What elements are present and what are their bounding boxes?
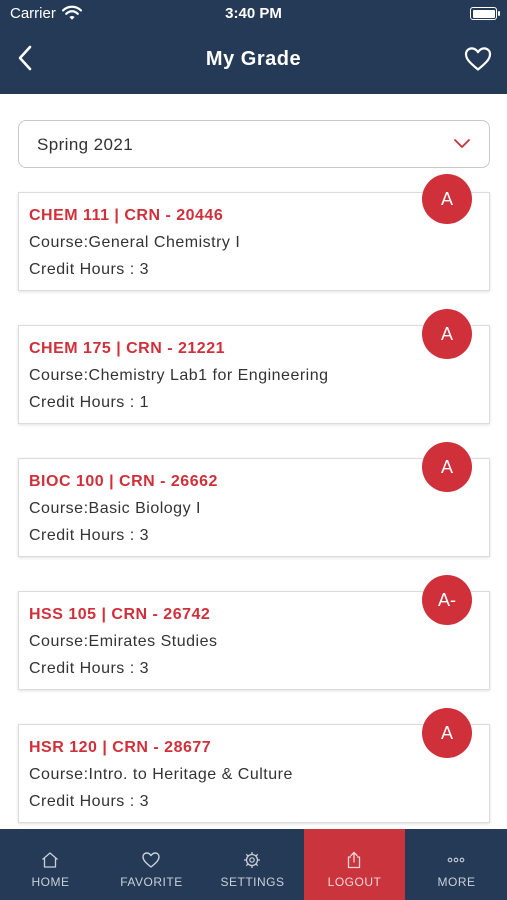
tab-more[interactable]: MORE (406, 829, 507, 900)
tab-settings-label: SETTINGS (220, 875, 285, 889)
course-name: Course:General Chemistry I (29, 234, 241, 251)
gear-icon (244, 852, 260, 868)
course-code: HSR 120 | CRN - 28677 (29, 739, 212, 756)
tab-home[interactable]: HOME (0, 829, 101, 900)
clock: 3:40 PM (225, 5, 282, 22)
course-name: Course:Chemistry Lab1 for Engineering (29, 367, 329, 384)
course-code: BIOC 100 | CRN - 26662 (29, 473, 218, 490)
credit-hours: Credit Hours : 3 (29, 793, 150, 810)
course-card[interactable]: CHEM 111 | CRN - 20446 Course:General Ch… (18, 192, 490, 291)
course-name: Course:Basic Biology I (29, 500, 201, 517)
tab-home-label: HOME (31, 875, 70, 889)
credit-hours: Credit Hours : 3 (29, 660, 150, 677)
tab-more-label: MORE (437, 875, 476, 889)
tab-favorite[interactable]: FAVORITE (101, 829, 202, 900)
course-code: CHEM 111 | CRN - 20446 (29, 207, 224, 224)
grade-badge: A- (422, 575, 472, 625)
tab-logout[interactable]: LOGOUT (304, 829, 405, 900)
top-bar: Carrier 3:40 PM My Grade (0, 0, 507, 94)
share-icon (347, 851, 361, 869)
status-bar: Carrier 3:40 PM (0, 0, 507, 30)
tab-logout-label: LOGOUT (327, 875, 382, 889)
course-card[interactable]: BIOC 100 | CRN - 26662 Course:Basic Biol… (18, 458, 490, 557)
term-select[interactable]: Spring 2021 (18, 120, 490, 168)
course-code: HSS 105 | CRN - 26742 (29, 606, 211, 623)
credit-hours: Credit Hours : 3 (29, 527, 150, 544)
credit-hours: Credit Hours : 3 (29, 261, 150, 278)
credit-hours: Credit Hours : 1 (29, 394, 150, 411)
page-title: My Grade (205, 48, 302, 70)
course-name: Course:Intro. to Heritage & Culture (29, 766, 293, 783)
grade-badge: A (422, 442, 472, 492)
tab-settings[interactable]: SETTINGS (202, 829, 303, 900)
course-code: CHEM 175 | CRN - 21221 (29, 340, 225, 357)
course-name: Course:Emirates Studies (29, 633, 218, 650)
term-select-value: Spring 2021 (37, 135, 134, 154)
course-card[interactable]: HSR 120 | CRN - 28677 Course:Intro. to H… (18, 724, 490, 823)
course-card[interactable]: HSS 105 | CRN - 26742 Course:Emirates St… (18, 591, 490, 690)
grade-badge: A (422, 708, 472, 758)
course-card[interactable]: CHEM 175 | CRN - 21221 Course:Chemistry … (18, 325, 490, 424)
home-icon (42, 852, 58, 868)
chevron-down-icon (454, 139, 470, 148)
tab-favorite-label: FAVORITE (120, 875, 183, 889)
battery-icon (470, 7, 500, 20)
more-dots-icon (447, 857, 465, 863)
heart-icon (142, 852, 160, 868)
grade-badge: A (422, 174, 472, 224)
grade-badge: A (422, 309, 472, 359)
tab-bar: HOME FAVORITE SETTINGS LOGOUT MORE (0, 829, 507, 900)
heart-icon[interactable] (464, 46, 492, 72)
